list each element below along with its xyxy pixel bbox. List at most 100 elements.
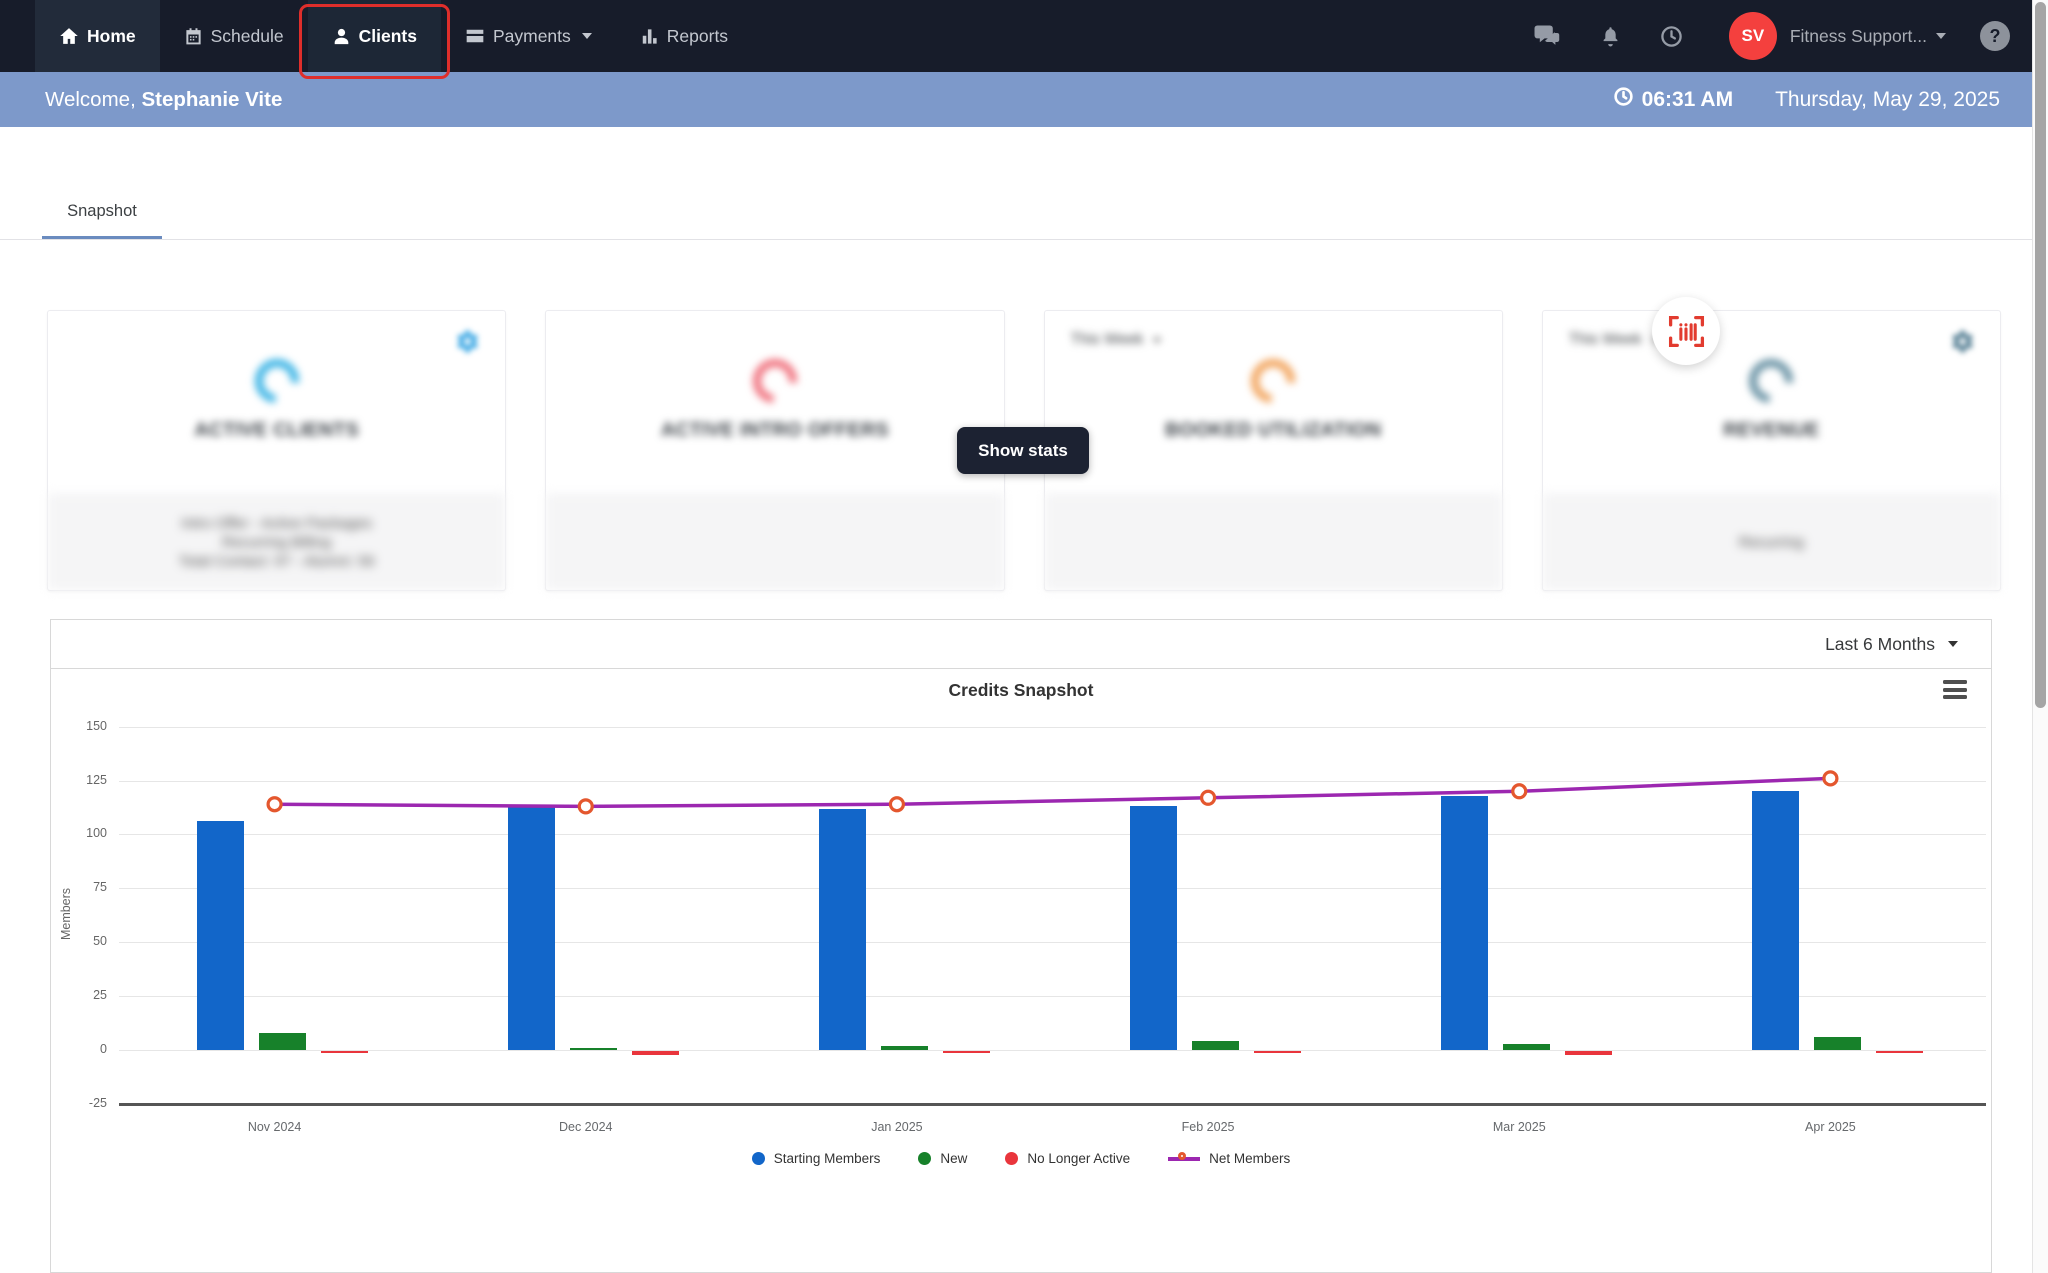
card-footer <box>1045 494 1502 590</box>
bar-new-feb-2025[interactable] <box>1192 1041 1239 1050</box>
bar-no-longer-active-dec-2024[interactable] <box>632 1051 679 1055</box>
current-date: Thursday, May 29, 2025 <box>1775 88 2000 112</box>
card-period-label: This Week <box>1071 331 1144 349</box>
greeting-prefix: Welcome, <box>45 88 141 111</box>
legend-dot-icon <box>752 1152 765 1165</box>
bar-starting-members-nov-2024[interactable] <box>197 821 244 1050</box>
user-name: Stephanie Vite <box>141 88 282 111</box>
gear-icon[interactable] <box>452 327 481 361</box>
bar-starting-members-jan-2025[interactable] <box>819 809 866 1050</box>
y-axis-tick-label: 25 <box>63 988 107 1002</box>
account-menu[interactable]: Fitness Support... <box>1790 26 1946 47</box>
bar-new-jan-2025[interactable] <box>881 1046 928 1050</box>
net-members-line-series <box>51 620 1993 1273</box>
x-axis-tick-label: Dec 2024 <box>521 1120 651 1134</box>
y-axis-tick-label: 150 <box>63 719 107 733</box>
nav-item-label: Home <box>87 26 136 47</box>
stat-card-active-intro-offers: ACTIVE INTRO OFFERS <box>545 310 1004 591</box>
bar-new-mar-2025[interactable] <box>1503 1044 1550 1050</box>
bar-chart-icon <box>640 27 659 46</box>
nav-item-reports[interactable]: Reports <box>616 0 752 72</box>
nav-item-clients[interactable]: Clients <box>308 0 441 72</box>
bar-new-dec-2024[interactable] <box>570 1048 617 1050</box>
period-selector[interactable]: Last 6 Months <box>1825 634 1958 655</box>
legend-label: Starting Members <box>774 1151 881 1166</box>
y-axis-tick-label: 125 <box>63 773 107 787</box>
home-icon <box>59 26 79 46</box>
nav-item-schedule[interactable]: Schedule <box>160 0 308 72</box>
show-stats-button[interactable]: Show stats <box>957 427 1089 474</box>
y-axis-tick-label: -25 <box>63 1096 107 1110</box>
net-members-marker <box>890 798 903 811</box>
bell-icon[interactable] <box>1599 25 1622 48</box>
chart-title: Credits Snapshot <box>51 680 1991 701</box>
chevron-down-icon <box>1153 338 1161 343</box>
y-gridline <box>119 1050 1986 1051</box>
y-gridline <box>119 888 1986 889</box>
bar-starting-members-apr-2025[interactable] <box>1752 791 1799 1050</box>
tab-snapshot[interactable]: Snapshot <box>42 180 162 239</box>
card-body: This Week BOOKED UTILIZATION <box>1045 311 1502 496</box>
net-members-marker <box>268 798 281 811</box>
chart-menu-icon[interactable] <box>1943 680 1967 703</box>
chart-legend: Starting Members New No Longer Active Net M… <box>51 1151 1991 1166</box>
gear-icon[interactable] <box>1947 327 1976 361</box>
bar-starting-members-feb-2025[interactable] <box>1130 806 1177 1050</box>
legend-dot-icon <box>1005 1152 1018 1165</box>
legend-label: No Longer Active <box>1027 1151 1130 1166</box>
nav-item-label: Clients <box>359 26 417 47</box>
clock-icon[interactable] <box>1660 25 1683 48</box>
legend-item-new[interactable]: New <box>918 1151 967 1166</box>
nav-item-label: Payments <box>493 26 571 47</box>
net-members-marker <box>1513 785 1526 798</box>
card-body: This WeekREVENUE <box>1543 311 2000 496</box>
account-label: Fitness Support... <box>1790 26 1927 47</box>
bar-starting-members-dec-2024[interactable] <box>508 806 555 1050</box>
y-axis-tick-label: 0 <box>63 1042 107 1056</box>
card-footer: Intro Offer - Active PackagesRecurring B… <box>48 494 505 590</box>
legend-item-net-members[interactable]: Net Members <box>1168 1151 1290 1166</box>
navbar-right: SV Fitness Support... ? <box>1496 0 2010 72</box>
page-scrollbar[interactable] <box>2032 0 2048 1273</box>
card-footer: Recurring <box>1543 494 2000 590</box>
welcome-bar: Welcome, Stephanie Vite 06:31 AM Thursda… <box>0 72 2048 127</box>
scrollbar-thumb[interactable] <box>2035 2 2046 708</box>
x-axis-tick-label: Feb 2025 <box>1143 1120 1273 1134</box>
welcome-bar-right: 06:31 AM Thursday, May 29, 2025 <box>1613 86 2000 113</box>
barcode-scan-icon[interactable] <box>1652 297 1720 365</box>
nav-item-payments[interactable]: Payments <box>441 0 616 72</box>
loading-spinner-icon <box>1740 350 1802 412</box>
bar-new-apr-2025[interactable] <box>1814 1037 1861 1050</box>
legend-item-starting-members[interactable]: Starting Members <box>752 1151 881 1166</box>
page: Home Schedule Clients Payments Reports SV Fi… <box>0 0 2048 1273</box>
nav-item-home[interactable]: Home <box>35 0 160 72</box>
y-axis-title: Members <box>59 879 73 949</box>
help-icon[interactable]: ? <box>1980 21 2010 51</box>
stat-card-revenue: This WeekREVENUERecurring <box>1542 310 2001 591</box>
card-period-selector[interactable]: This Week <box>1071 331 1162 349</box>
chevron-down-icon <box>1948 641 1958 647</box>
card-period-selector[interactable]: This Week <box>1569 331 1660 349</box>
bar-no-longer-active-mar-2025[interactable] <box>1565 1051 1612 1055</box>
y-gridline <box>119 996 1986 997</box>
bar-no-longer-active-jan-2025[interactable] <box>943 1051 990 1053</box>
person-icon <box>332 27 351 46</box>
clock-icon <box>1613 86 1634 113</box>
bar-starting-members-mar-2025[interactable] <box>1441 796 1488 1050</box>
bar-new-nov-2024[interactable] <box>259 1033 306 1050</box>
period-label: Last 6 Months <box>1825 634 1935 655</box>
bar-no-longer-active-feb-2025[interactable] <box>1254 1051 1301 1053</box>
bar-no-longer-active-nov-2024[interactable] <box>321 1051 368 1053</box>
bar-no-longer-active-apr-2025[interactable] <box>1876 1051 1923 1053</box>
avatar[interactable]: SV <box>1729 12 1777 60</box>
chat-icon[interactable] <box>1534 24 1561 49</box>
card-title: ACTIVE INTRO OFFERS <box>546 419 1003 442</box>
current-time: 06:31 AM <box>1613 86 1733 113</box>
y-gridline <box>119 942 1986 943</box>
stat-card-active-clients: ACTIVE CLIENTSIntro Offer - Active Packa… <box>47 310 506 591</box>
chart-panel-header: Last 6 Months <box>51 620 1991 669</box>
line-marker-icon <box>1168 1152 1200 1166</box>
nav-item-label: Schedule <box>211 26 284 47</box>
card-title: BOOKED UTILIZATION <box>1045 419 1502 442</box>
legend-item-no-longer-active[interactable]: No Longer Active <box>1005 1151 1130 1166</box>
